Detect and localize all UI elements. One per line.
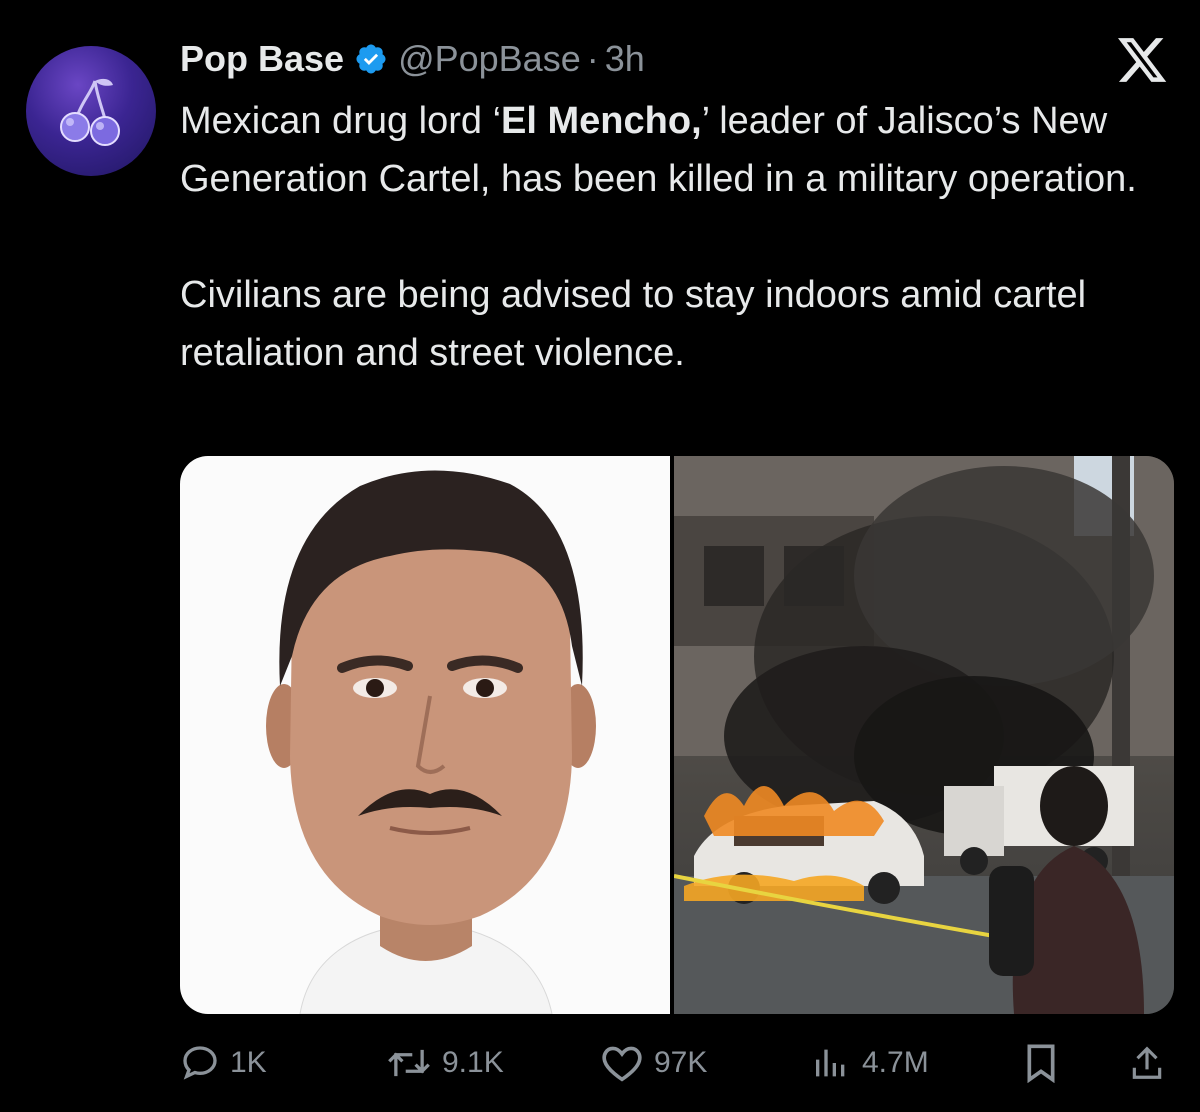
like-count: 97K — [654, 1046, 708, 1079]
bookmark-icon — [1024, 1043, 1058, 1083]
reply-button[interactable]: 1K — [180, 1036, 267, 1090]
share-icon — [1128, 1043, 1166, 1083]
tweet-paragraph-2: Civilians are being advised to stay indo… — [180, 274, 1087, 374]
reply-icon — [180, 1043, 220, 1083]
mugshot-photo[interactable] — [180, 456, 670, 1014]
tweet-header: Pop Base @PopBase · 3h — [180, 34, 645, 84]
burning-car-street-photo[interactable] — [673, 456, 1174, 1014]
user-handle[interactable]: @PopBase — [398, 38, 581, 80]
bookmark-button[interactable] — [1024, 1036, 1058, 1090]
views-button[interactable]: 4.7M — [810, 1036, 929, 1090]
display-name[interactable]: Pop Base — [180, 38, 344, 80]
share-button[interactable] — [1128, 1036, 1166, 1090]
repost-button[interactable]: 9.1K — [386, 1036, 504, 1090]
timestamp[interactable]: 3h — [605, 38, 645, 80]
reply-count: 1K — [230, 1046, 267, 1079]
repost-count: 9.1K — [442, 1046, 504, 1079]
tweet-text-part: Mexican drug lord ‘ — [180, 100, 502, 142]
avatar[interactable] — [26, 46, 156, 176]
cherries-icon — [60, 78, 120, 146]
media-grid — [180, 456, 1174, 1014]
views-count: 4.7M — [862, 1046, 929, 1079]
tweet-actions: 1K 9.1K 97K 4.7M — [0, 1036, 1200, 1096]
views-icon — [810, 1043, 852, 1083]
tweet-bold-text: El Mencho, — [501, 100, 702, 142]
verified-badge-icon — [354, 42, 388, 76]
like-button[interactable]: 97K — [600, 1036, 707, 1090]
separator-dot: · — [586, 38, 599, 79]
tweet-text: Mexican drug lord ‘El Mencho,’ leader of… — [180, 92, 1180, 382]
heart-icon — [600, 1043, 644, 1083]
x-logo-icon — [1118, 38, 1168, 84]
repost-icon — [386, 1043, 432, 1083]
tweet-paragraph-1: Mexican drug lord ‘El Mencho,’ leader of… — [180, 92, 1180, 208]
